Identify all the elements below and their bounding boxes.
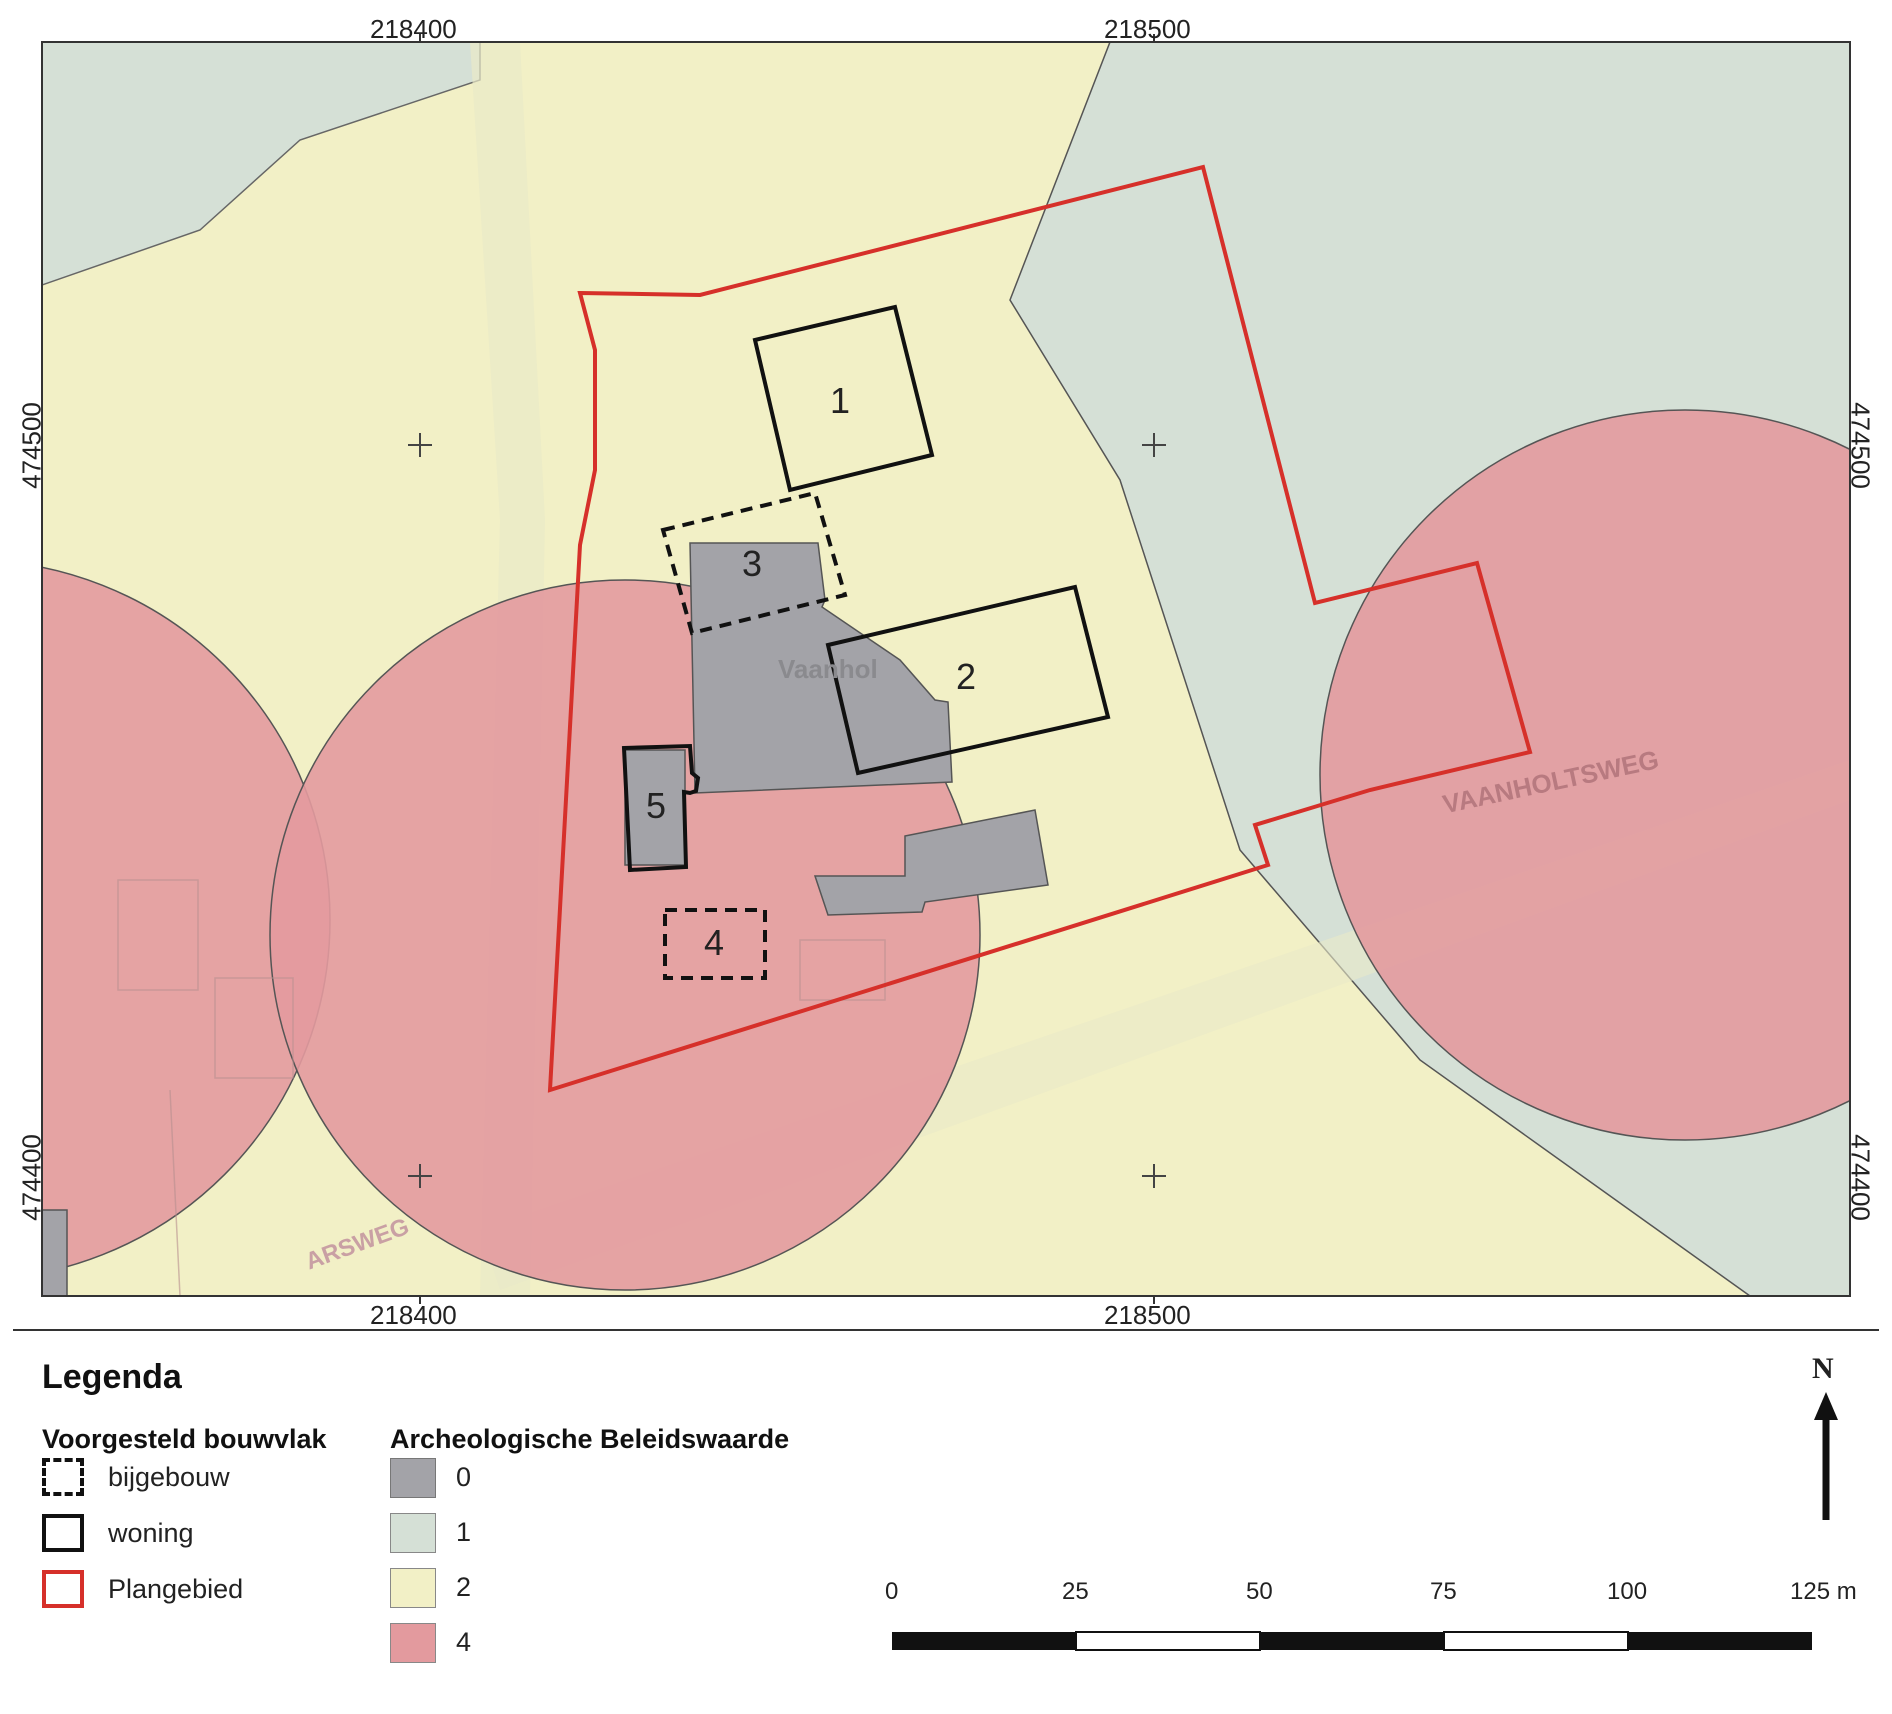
building-label-5: 5: [646, 785, 667, 826]
legend-swatch-woning: [42, 1514, 84, 1552]
place-label-vaanhol: Vaanhol: [778, 654, 878, 684]
legend-swatch-value-0: [390, 1458, 436, 1498]
left-y-label-2: 474400: [16, 1134, 47, 1221]
legend-swatch-value-1: [390, 1513, 436, 1553]
building-label-3: 3: [742, 543, 763, 584]
scale-label-50: 50: [1246, 1578, 1273, 1605]
legend-label-bijgebouw: bijgebouw: [108, 1462, 230, 1492]
legend-group2-title: Archeologische Beleidswaarde: [390, 1424, 790, 1454]
top-x-label-2: 218500: [1104, 14, 1191, 44]
north-arrow-icon: [1814, 1392, 1838, 1520]
legend-label-woning: woning: [108, 1518, 194, 1548]
legend-label-value-2: 2: [456, 1572, 472, 1602]
map-canvas: [13, 34, 1879, 1651]
building-label-2: 2: [956, 656, 977, 697]
scale-label-125: 125 m: [1790, 1578, 1857, 1605]
scale-bar: [892, 1631, 1812, 1651]
bottom-x-label-2: 218500: [1104, 1300, 1191, 1330]
legend-label-value-1: 1: [456, 1517, 472, 1547]
legend-swatch-bijgebouw: [42, 1458, 84, 1496]
legend-swatch-plangebied: [42, 1570, 84, 1608]
legend-swatch-value-4: [390, 1623, 436, 1663]
building-label-1: 1: [830, 380, 851, 421]
right-y-label-1: 474500: [1845, 402, 1876, 489]
left-y-label-1: 474500: [16, 402, 47, 489]
legend-label-plangebied: Plangebied: [108, 1574, 244, 1604]
right-y-label-2: 474400: [1845, 1134, 1876, 1221]
scale-label-100: 100: [1607, 1578, 1648, 1605]
legend-label-value-4: 4: [456, 1627, 472, 1657]
legend-label-value-0: 0: [456, 1462, 472, 1492]
bottom-x-label-1: 218400: [370, 1300, 457, 1330]
legend-title: Legenda: [42, 1358, 182, 1396]
scale-label-75: 75: [1430, 1578, 1457, 1605]
legend-group1-title: Voorgesteld bouwvlak: [42, 1424, 327, 1454]
top-x-label-1: 218400: [370, 14, 457, 44]
scale-label-0: 0: [885, 1578, 899, 1605]
legend-swatch-value-2: [390, 1568, 436, 1608]
scale-label-25: 25: [1062, 1578, 1089, 1605]
building-label-4: 4: [704, 922, 725, 963]
north-arrow-label: N: [1812, 1352, 1834, 1385]
